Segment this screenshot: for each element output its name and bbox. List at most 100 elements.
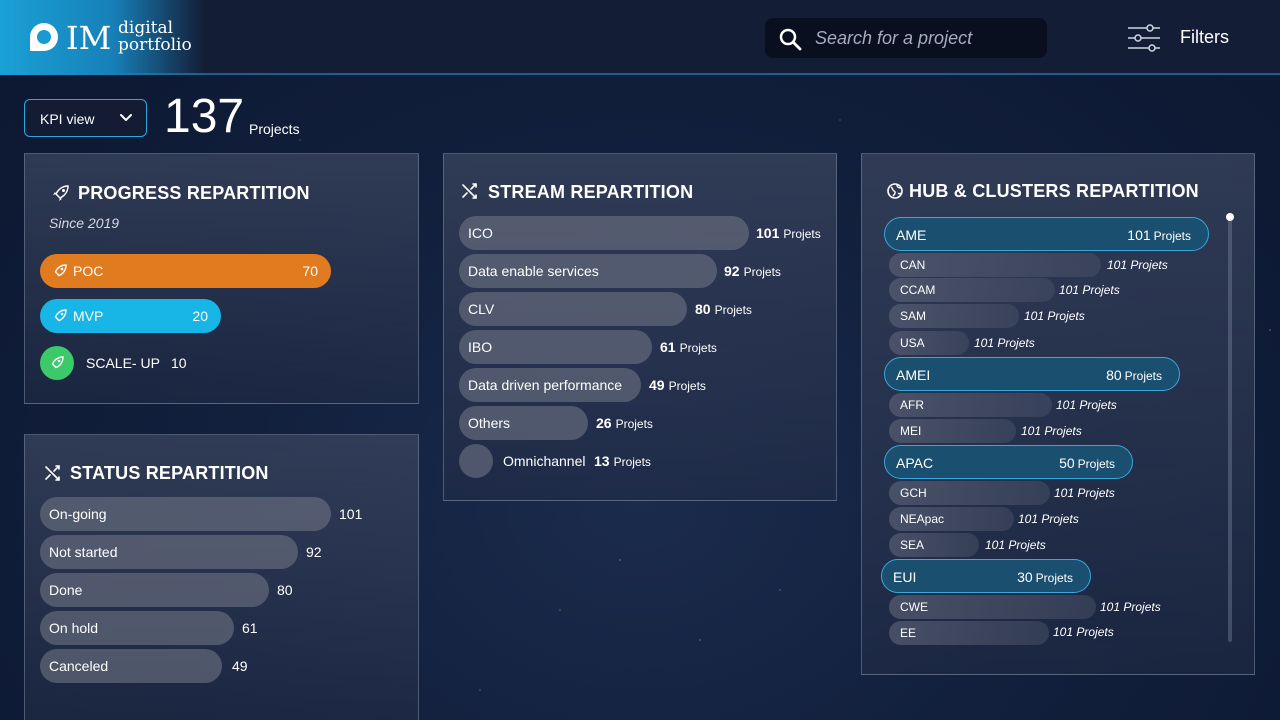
status-bar[interactable]: Not started (40, 535, 298, 569)
hub-cluster-bar[interactable]: USA (889, 331, 969, 355)
stream-value: 13 Projets (594, 453, 651, 469)
hub-cluster-label: EE (900, 626, 917, 640)
hub-cluster-label: CWE (900, 600, 928, 614)
status-bar[interactable]: On hold (40, 611, 234, 645)
hub-group-label: EUI (893, 569, 917, 585)
stream-label: Data driven performance (468, 377, 623, 393)
stream-value-unit: Projets (743, 265, 781, 279)
stream-value-unit: Projets (613, 455, 651, 469)
kpi-view-label: KPI view (40, 111, 95, 127)
hub-cluster-bar[interactable]: EE (889, 621, 1049, 645)
total-project-count: 137 (164, 90, 245, 143)
progress-value: 10 (171, 355, 187, 371)
shuffle-icon (45, 465, 60, 481)
progress-scaleup-bar[interactable] (40, 346, 74, 380)
hub-group-apac[interactable]: APAC 50 Projets (884, 445, 1133, 479)
hub-group-unit: Projets (1035, 571, 1073, 585)
stream-bar[interactable]: Others (459, 406, 588, 440)
hub-cluster-bar[interactable]: CCAM (889, 278, 1055, 302)
hub-group-ame[interactable]: AME 101 Projets (884, 217, 1209, 251)
status-repartition-panel: STATUS REPARTITION On-going 101 Not star… (24, 434, 419, 720)
panel-subtitle: Since 2019 (49, 215, 120, 231)
hub-cluster-bar[interactable]: NEApac (889, 507, 1014, 531)
hub-group-value: 50 Projets (1059, 455, 1115, 471)
stream-bar[interactable] (459, 444, 493, 478)
hub-group-amei[interactable]: AMEI 80 Projets (884, 357, 1180, 391)
hub-group-number: 50 (1059, 455, 1075, 471)
hub-group-unit: Projets (1153, 229, 1191, 243)
stream-label: Omnichannel (503, 453, 586, 469)
stream-value-number: 13 (594, 453, 610, 469)
shuffle-icon (462, 183, 477, 199)
logo[interactable]: IM digital portfolio (0, 0, 205, 75)
stream-value-number: 101 (756, 225, 780, 241)
hub-group-label: APAC (896, 455, 934, 471)
rocket-icon (54, 264, 67, 277)
status-label: Done (49, 582, 83, 598)
stream-value-unit: Projets (615, 417, 653, 431)
stream-bar[interactable]: CLV (459, 292, 687, 326)
status-label: Canceled (49, 658, 109, 674)
progress-label: SCALE- UP (86, 355, 160, 371)
status-value: 92 (306, 544, 322, 560)
hub-scrollbar-thumb[interactable] (1226, 213, 1234, 221)
hub-group-label: AMEI (896, 367, 931, 383)
hub-group-number: 30 (1017, 569, 1033, 585)
stream-bar[interactable]: Data enable services (459, 254, 717, 288)
progress-poc-bar[interactable]: POC 70 (40, 254, 331, 288)
hub-cluster-label: GCH (900, 486, 927, 500)
total-project-label: Projects (249, 121, 300, 137)
hub-cluster-value: 101 Projets (1100, 600, 1161, 614)
progress-repartition-panel: PROGRESS REPARTITION Since 2019 POC 70 M… (24, 153, 419, 404)
hub-cluster-bar[interactable]: SEA (889, 533, 979, 557)
status-bar[interactable]: On-going (40, 497, 331, 531)
kpi-view-select[interactable]: KPI view (24, 99, 147, 137)
status-bar[interactable]: Canceled (40, 649, 222, 683)
hub-cluster-bar[interactable]: MEI (889, 419, 1016, 443)
hub-scrollbar[interactable] (1228, 216, 1232, 642)
stream-value-unit: Projets (679, 341, 717, 355)
stream-value-number: 26 (596, 415, 612, 431)
status-value: 49 (232, 658, 248, 674)
hub-cluster-value: 101 Projets (974, 336, 1035, 350)
stream-value: 26 Projets (596, 415, 653, 431)
stream-bar[interactable]: IBO (459, 330, 652, 364)
hub-cluster-label: AFR (900, 398, 924, 412)
search-icon (779, 28, 802, 51)
search-bar[interactable] (765, 18, 1047, 58)
stream-label: Others (468, 415, 511, 431)
filters-button[interactable]: Filters (1126, 22, 1246, 54)
status-label: Not started (49, 544, 118, 560)
progress-label: POC (73, 263, 104, 279)
hub-cluster-value: 101 Projets (1054, 486, 1115, 500)
progress-mvp-bar[interactable]: MVP 20 (40, 299, 221, 333)
status-bar[interactable]: Done (40, 573, 269, 607)
panel-title: HUB & CLUSTERS REPARTITION (909, 181, 1199, 201)
hub-cluster-bar[interactable]: GCH (889, 481, 1050, 505)
hub-clusters-panel: HUB & CLUSTERS REPARTITION AME 101 Projet… (861, 153, 1255, 675)
hub-cluster-value: 101 Projets (1056, 398, 1117, 412)
hub-cluster-label: USA (900, 336, 925, 350)
hub-cluster-label: SAM (900, 309, 927, 323)
rocket-icon (54, 309, 67, 322)
hub-cluster-bar[interactable]: AFR (889, 393, 1052, 417)
hub-cluster-bar[interactable]: CAN (889, 253, 1101, 277)
hub-cluster-bar[interactable]: CWE (889, 595, 1096, 619)
hub-cluster-value: 101 Projets (1053, 625, 1114, 639)
hub-cluster-value: 101 Projets (985, 538, 1046, 552)
status-value: 80 (277, 582, 293, 598)
hub-cluster-value: 101 Projets (1024, 309, 1085, 323)
hub-group-eui[interactable]: EUI 30 Projets (881, 559, 1091, 593)
stream-bar[interactable]: ICO (459, 216, 749, 250)
hub-cluster-value: 101 Projets (1107, 258, 1168, 272)
hub-group-label: AME (896, 227, 927, 243)
stream-label: IBO (468, 339, 493, 355)
status-label: On hold (49, 620, 99, 636)
stream-bar[interactable]: Data driven performance (459, 368, 641, 402)
search-input[interactable] (815, 18, 1035, 58)
hub-cluster-label: MEI (900, 424, 922, 438)
hub-cluster-bar[interactable]: SAM (889, 304, 1019, 328)
logo-subtitle: digital portfolio (118, 20, 192, 54)
logo-wordmark: IM (66, 19, 112, 57)
stream-value-unit: Projets (714, 303, 752, 317)
